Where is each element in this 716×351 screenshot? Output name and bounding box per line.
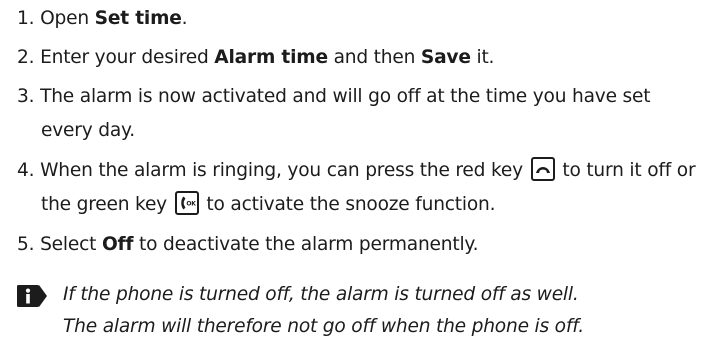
note-line: If the phone is turned off, the alarm is… <box>63 284 579 305</box>
step-number: 2. <box>17 47 35 68</box>
step-text: . <box>181 8 188 29</box>
instructions-document: 1. Open Set time. 2. Enter your desired … <box>0 0 716 351</box>
note-line: The alarm will therefore not go off when… <box>63 316 584 337</box>
step-text: to activate the snooze function. <box>200 194 496 215</box>
step-text: to deactivate the alarm permanently. <box>133 234 479 255</box>
info-icon <box>17 285 47 307</box>
step-number: 3. <box>17 86 35 107</box>
ok-key-label: OK <box>186 200 196 207</box>
end-call-key-icon <box>530 156 555 181</box>
step-5: 5. Select Off to deactivate the alarm pe… <box>17 228 707 261</box>
step-number: 1. <box>17 8 35 29</box>
set-time-term: Set time <box>94 8 182 29</box>
step-text: When the alarm is ringing, you can press… <box>40 160 529 181</box>
step-text: The alarm is now activated and will go o… <box>40 86 651 141</box>
step-text: Select <box>40 234 102 255</box>
step-text: and then <box>327 47 421 68</box>
step-number: 5. <box>17 234 35 255</box>
step-number: 4. <box>17 160 35 181</box>
step-3: 3. The alarm is now activated and will g… <box>17 80 707 148</box>
step-2: 2. Enter your desired Alarm time and the… <box>17 41 707 74</box>
ok-call-key-icon: OK <box>174 190 199 215</box>
step-text: it. <box>470 47 495 68</box>
step-4: 4. When the alarm is ringing, you can pr… <box>17 154 707 222</box>
info-note: If the phone is turned off, the alarm is… <box>17 279 707 343</box>
alarm-steps-list: 1. Open Set time. 2. Enter your desired … <box>17 2 707 267</box>
step-text: Open <box>40 8 95 29</box>
step-1: 1. Open Set time. <box>17 2 707 35</box>
step-text: Enter your desired <box>40 47 215 68</box>
save-term: Save <box>420 47 471 68</box>
note-text: If the phone is turned off, the alarm is… <box>63 279 584 343</box>
alarm-time-term: Alarm time <box>214 47 328 68</box>
off-term: Off <box>101 234 134 255</box>
